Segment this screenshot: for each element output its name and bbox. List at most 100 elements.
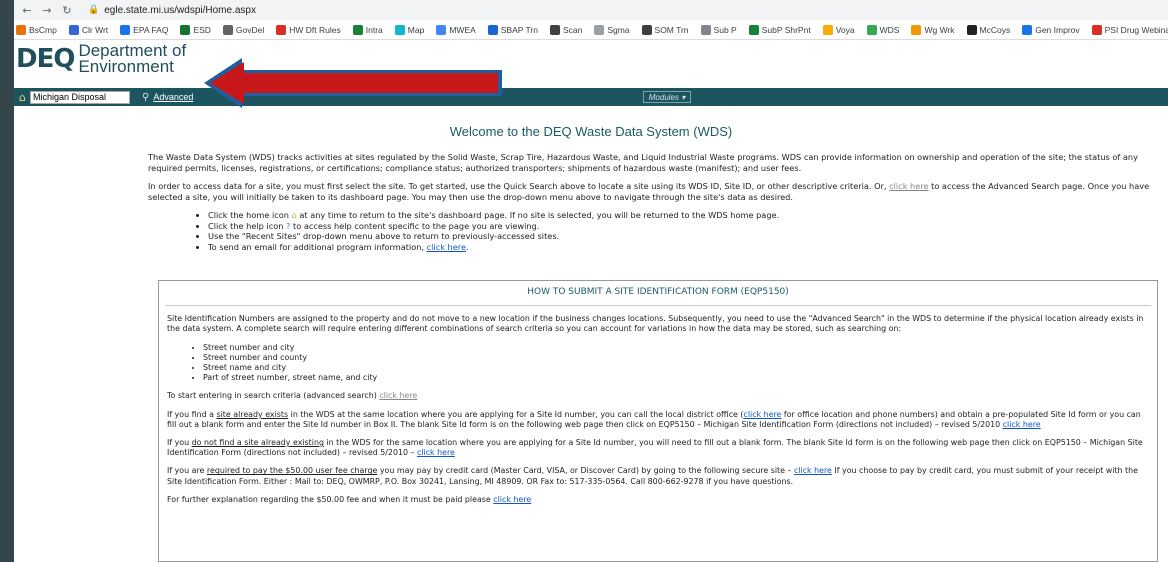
bookmark-item[interactable]: SubP ShrPnt bbox=[748, 24, 811, 35]
bookmark-label: GovDel bbox=[235, 24, 265, 35]
list-item: Street name and city bbox=[203, 363, 1149, 373]
panel-title: HOW TO SUBMIT A SITE IDENTIFICATION FORM… bbox=[165, 281, 1151, 307]
reload-icon[interactable]: ↻ bbox=[60, 4, 74, 17]
panel-paragraph-1: Site Identification Numbers are assigned… bbox=[167, 314, 1144, 334]
bookmark-label: MWEA bbox=[449, 24, 476, 35]
bookmark-label: Scan bbox=[562, 24, 583, 35]
deq-logo-mark: DEQ bbox=[16, 44, 75, 74]
bookmark-item[interactable]: HW Dft Rules bbox=[276, 24, 341, 35]
form-link-2[interactable]: click here bbox=[417, 448, 455, 457]
payment-link[interactable]: click here bbox=[794, 466, 832, 475]
list-item: Click the home icon ⌂ at any time to ret… bbox=[208, 210, 1153, 221]
red-arrow-annotation bbox=[204, 58, 502, 108]
bookmark-item[interactable]: SOM Trn bbox=[641, 24, 689, 35]
address-bar: ← → ↻ 🔒 egle.state.mi.us/wdspi/Home.aspx bbox=[14, 0, 1168, 20]
bookmark-item[interactable]: Map bbox=[394, 24, 425, 35]
bookmark-favicon-icon bbox=[641, 24, 652, 35]
bookmark-label: Voya bbox=[835, 24, 855, 35]
bookmarks-bar: BsCmp Clr Wrt EPA FAQ ESD GovDel HW Dft Rules… bbox=[14, 20, 1168, 40]
bookmark-favicon-icon bbox=[748, 24, 759, 35]
logo-line-2: Environment bbox=[78, 57, 174, 76]
bookmark-item[interactable]: WDS bbox=[866, 24, 899, 35]
search-criteria-list: Street number and cityStreet number and … bbox=[203, 343, 1149, 384]
bookmark-favicon-icon bbox=[549, 24, 560, 35]
bookmark-favicon-icon bbox=[276, 24, 287, 35]
list-item: Part of street number, street name, and … bbox=[203, 373, 1149, 383]
bookmark-item[interactable]: Voya bbox=[822, 24, 855, 35]
bookmark-favicon-icon bbox=[120, 24, 131, 35]
bookmark-favicon-icon bbox=[487, 24, 498, 35]
home-icon: ⌂ bbox=[291, 210, 297, 220]
lock-icon[interactable]: 🔒 bbox=[88, 5, 99, 15]
bookmark-item[interactable]: Wg Wrk bbox=[911, 24, 955, 35]
bookmark-favicon-icon bbox=[911, 24, 922, 35]
panel-paragraph-2: To start entering in search criteria (ad… bbox=[167, 391, 418, 401]
bookmark-label: McCoys bbox=[979, 24, 1011, 35]
list-item: Use the "Recent Sites" drop-down menu ab… bbox=[208, 231, 1153, 242]
bookmark-label: SOM Trn bbox=[654, 24, 689, 35]
bookmark-label: Sub P bbox=[713, 24, 737, 35]
url-text[interactable]: egle.state.mi.us/wdspi/Home.aspx bbox=[104, 5, 256, 16]
page-title: Welcome to the DEQ Waste Data System (WD… bbox=[449, 124, 733, 139]
bookmark-label: Sgma bbox=[607, 24, 630, 35]
advanced-search-link-2[interactable]: click here bbox=[379, 391, 417, 400]
bookmark-item[interactable]: Clr Wrt bbox=[68, 24, 109, 35]
bookmark-favicon-icon bbox=[436, 24, 447, 35]
advanced-search-click-here-link[interactable]: click here bbox=[889, 181, 928, 191]
bookmark-favicon-icon bbox=[700, 24, 711, 35]
bookmark-item[interactable]: MWEA bbox=[436, 24, 476, 35]
list-item: Click the help icon ? to access help con… bbox=[208, 221, 1153, 232]
bookmark-item[interactable]: EPA FAQ bbox=[120, 24, 169, 35]
bookmark-label: EPA FAQ bbox=[133, 24, 169, 35]
bookmark-item[interactable]: Sgma bbox=[594, 24, 630, 35]
bookmark-label: Map bbox=[407, 24, 425, 35]
home-icon[interactable]: ⌂ bbox=[19, 91, 26, 104]
bookmark-label: SubP ShrPnt bbox=[761, 24, 811, 35]
bookmark-label: SBAP Trn bbox=[500, 24, 538, 35]
bookmark-item[interactable]: Scan bbox=[549, 24, 583, 35]
bookmark-favicon-icon bbox=[822, 24, 833, 35]
list-item: Street number and city bbox=[203, 343, 1149, 353]
district-office-link[interactable]: click here bbox=[743, 410, 781, 419]
form-link-1[interactable]: click here bbox=[1003, 420, 1041, 429]
bookmark-item[interactable]: BsCmp bbox=[16, 24, 57, 35]
quick-search-input[interactable] bbox=[29, 90, 130, 104]
help-icon: ? bbox=[286, 220, 291, 231]
panel-paragraph-4: If you do not find a site already existi… bbox=[167, 438, 1143, 458]
list-item: To send an email for additional program … bbox=[208, 242, 1153, 253]
bookmark-label: ESD bbox=[193, 24, 211, 35]
bookmark-item[interactable]: ESD bbox=[180, 24, 211, 35]
intro-paragraph-2: In order to access data for a site, you … bbox=[148, 181, 1150, 202]
bookmark-favicon-icon bbox=[352, 24, 363, 35]
nav-menubar: ⌂ ⚲ Advanced Modules ▾ bbox=[14, 88, 1168, 106]
bookmark-item[interactable]: Sub P bbox=[700, 24, 737, 35]
bookmark-favicon-icon bbox=[594, 24, 605, 35]
browser-window: ← → ↻ 🔒 egle.state.mi.us/wdspi/Home.aspx… bbox=[14, 0, 1168, 562]
back-icon[interactable]: ← bbox=[20, 4, 34, 17]
panel-paragraph-3: If you find a site already exists in the… bbox=[167, 409, 1141, 429]
forward-icon[interactable]: → bbox=[40, 4, 54, 17]
bookmark-item[interactable]: Intra bbox=[352, 24, 383, 35]
bookmark-item[interactable]: PSI Drug Webinar bbox=[1091, 24, 1168, 35]
bookmark-item[interactable]: Gen Improv bbox=[1022, 24, 1080, 35]
intro-content: The Waste Data System (WDS) tracks activ… bbox=[148, 152, 1153, 266]
bookmark-label: Wg Wrk bbox=[924, 24, 955, 35]
bookmark-label: Clr Wrt bbox=[81, 24, 109, 35]
deq-logo[interactable]: DEQ Department of Environment bbox=[16, 42, 186, 76]
panel-paragraph-6: For further explanation regarding the $5… bbox=[167, 494, 532, 504]
bookmark-favicon-icon bbox=[68, 24, 79, 35]
modules-dropdown[interactable]: Modules ▾ bbox=[643, 91, 691, 103]
bookmark-item[interactable]: GovDel bbox=[222, 24, 265, 35]
site-id-form-panel: HOW TO SUBMIT A SITE IDENTIFICATION FORM… bbox=[158, 280, 1158, 562]
bookmark-label: Gen Improv bbox=[1035, 24, 1080, 35]
bookmark-favicon-icon bbox=[1091, 24, 1102, 35]
email-click-here-link[interactable]: click here bbox=[427, 242, 466, 252]
bookmark-item[interactable]: McCoys bbox=[966, 24, 1011, 35]
advanced-search-link[interactable]: Advanced bbox=[153, 92, 193, 102]
slide-background bbox=[0, 0, 14, 562]
fee-info-link[interactable]: click here bbox=[493, 495, 531, 504]
panel-paragraph-5: If you are required to pay the $50.00 us… bbox=[167, 466, 1139, 486]
search-icon[interactable]: ⚲ bbox=[142, 92, 149, 103]
bookmark-item[interactable]: SBAP Trn bbox=[487, 24, 538, 35]
list-item: Street number and county bbox=[203, 353, 1149, 363]
